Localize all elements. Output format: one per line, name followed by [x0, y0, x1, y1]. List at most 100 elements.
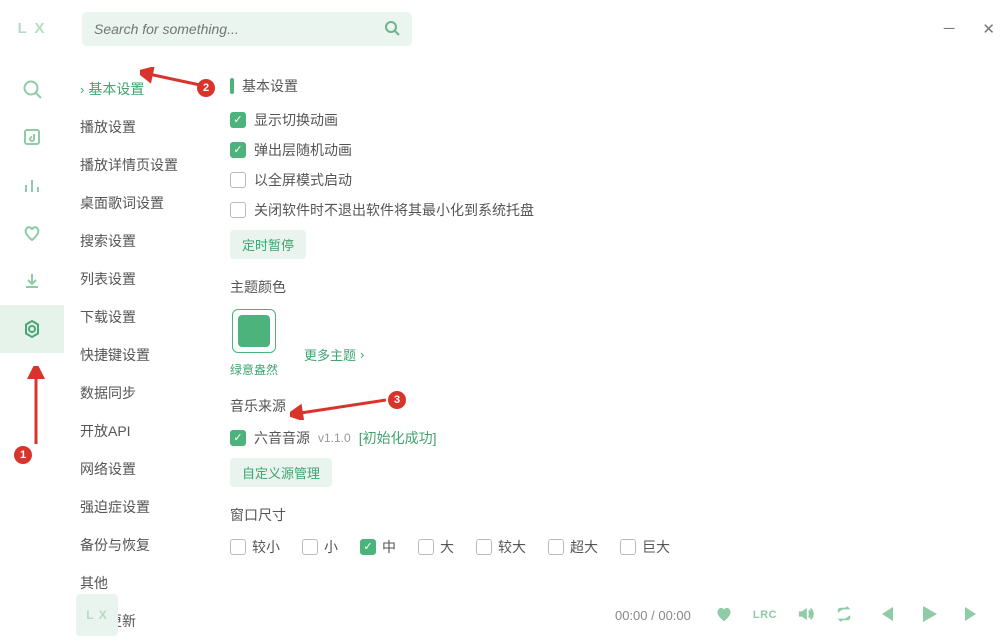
- checkbox[interactable]: [302, 539, 318, 555]
- section-basic-heading: 基本设置: [230, 76, 989, 96]
- heart-icon: [22, 223, 42, 243]
- search-submit-icon[interactable]: [384, 20, 400, 39]
- setnav-basic[interactable]: › 基本设置: [76, 70, 214, 108]
- app-root: L X ─ ✕ › 基本设置 播放设置 播放详情页设置 桌面歌词设置: [0, 0, 1007, 644]
- setnav-download[interactable]: 下载设置: [76, 298, 214, 336]
- like-button[interactable]: [715, 605, 733, 626]
- topbar: ─ ✕: [64, 0, 1007, 58]
- rail-settings[interactable]: [0, 305, 64, 353]
- download-icon: [22, 271, 42, 291]
- opt-label: 关闭软件时不退出软件将其最小化到系统托盘: [254, 200, 534, 220]
- setnav-hotkey[interactable]: 快捷键设置: [76, 336, 214, 374]
- player-bar: L X 00:00 / 00:00 LRC: [64, 586, 1007, 644]
- winsz-l[interactable]: 大: [418, 537, 454, 557]
- setnav-detail[interactable]: 播放详情页设置: [76, 146, 214, 184]
- winsz-huge[interactable]: 巨大: [620, 537, 670, 557]
- checkbox[interactable]: [418, 539, 434, 555]
- search-icon: [22, 79, 42, 99]
- more-themes-link[interactable]: 更多主题›: [304, 345, 364, 364]
- winsz-xxl[interactable]: 超大: [548, 537, 598, 557]
- checkbox[interactable]: [230, 430, 246, 446]
- checkbox[interactable]: [548, 539, 564, 555]
- left-rail: L X: [0, 0, 64, 644]
- rail-songlist[interactable]: [0, 113, 64, 161]
- search-input[interactable]: [94, 21, 384, 37]
- setnav-label: 数据同步: [80, 383, 136, 403]
- setnav-sync[interactable]: 数据同步: [76, 374, 214, 412]
- minimize-button[interactable]: ─: [944, 20, 955, 38]
- source-title: 音乐来源: [230, 396, 989, 416]
- checkbox[interactable]: [230, 202, 246, 218]
- timed-pause-button[interactable]: 定时暂停: [230, 230, 306, 259]
- opt-label: 显示切换动画: [254, 110, 338, 130]
- rail-search[interactable]: [0, 65, 64, 113]
- swatch-border: [232, 309, 276, 353]
- setnav-label: 快捷键设置: [80, 345, 150, 365]
- loop-button[interactable]: [835, 605, 853, 626]
- checkbox[interactable]: [230, 172, 246, 188]
- settings-nav: › 基本设置 播放设置 播放详情页设置 桌面歌词设置 搜索设置 列表设置 下载设置…: [64, 58, 214, 586]
- rail-downloads[interactable]: [0, 257, 64, 305]
- play-button[interactable]: [917, 602, 941, 629]
- opt-label: 弹出层随机动画: [254, 140, 352, 160]
- setnav-label: 强迫症设置: [80, 497, 150, 517]
- setnav-desktop-lyrics[interactable]: 桌面歌词设置: [76, 184, 214, 222]
- swatch-label: 绿意盎然: [230, 361, 278, 378]
- setnav-play[interactable]: 播放设置: [76, 108, 214, 146]
- setnav-label: 列表设置: [80, 269, 136, 289]
- content-row: › 基本设置 播放设置 播放详情页设置 桌面歌词设置 搜索设置 列表设置 下载设置…: [64, 58, 1007, 586]
- search-box[interactable]: [82, 12, 412, 46]
- prev-button[interactable]: [873, 602, 897, 629]
- winsz-s[interactable]: 小: [302, 537, 338, 557]
- rail-favorites[interactable]: [0, 209, 64, 257]
- winsize-title: 窗口尺寸: [230, 505, 989, 525]
- winsize-options: 较小 小 中 大 较大 超大 巨大: [230, 537, 989, 557]
- winsz-xl[interactable]: 较大: [476, 537, 526, 557]
- checkbox[interactable]: [230, 539, 246, 555]
- setnav-list[interactable]: 列表设置: [76, 260, 214, 298]
- settings-body: 基本设置 显示切换动画 弹出层随机动画 以全屏模式启动 关闭软件时不退出软件将其…: [214, 58, 1007, 586]
- opt-show-anim[interactable]: 显示切换动画: [230, 110, 989, 130]
- source-label: 六音音源: [254, 428, 310, 448]
- player-controls: LRC: [715, 602, 985, 629]
- source-item[interactable]: 六音音源 v1.1.0 [初始化成功]: [230, 428, 989, 448]
- setnav-network[interactable]: 网络设置: [76, 450, 214, 488]
- opt-popup-anim[interactable]: 弹出层随机动画: [230, 140, 989, 160]
- opt-label: 以全屏模式启动: [254, 170, 352, 190]
- setnav-search[interactable]: 搜索设置: [76, 222, 214, 260]
- theme-swatch[interactable]: 绿意盎然: [230, 309, 278, 378]
- setnav-backup[interactable]: 备份与恢复: [76, 526, 214, 564]
- opt-fullscreen[interactable]: 以全屏模式启动: [230, 170, 989, 190]
- checkbox[interactable]: [230, 112, 246, 128]
- setnav-label: 播放设置: [80, 117, 136, 137]
- chevron-right-icon: ›: [80, 82, 84, 97]
- setnav-api[interactable]: 开放API: [76, 412, 214, 450]
- chart-icon: [22, 175, 42, 195]
- checkbox[interactable]: [476, 539, 492, 555]
- checkbox[interactable]: [360, 539, 376, 555]
- opt-tray[interactable]: 关闭软件时不退出软件将其最小化到系统托盘: [230, 200, 989, 220]
- volume-button[interactable]: [797, 605, 815, 626]
- next-button[interactable]: [961, 602, 985, 629]
- setnav-label: 开放API: [80, 421, 131, 441]
- setnav-label: 下载设置: [80, 307, 136, 327]
- close-button[interactable]: ✕: [982, 20, 995, 38]
- checkbox[interactable]: [620, 539, 636, 555]
- time-display: 00:00 / 00:00: [615, 608, 691, 623]
- setnav-ocd[interactable]: 强迫症设置: [76, 488, 214, 526]
- swatch-fill: [238, 315, 270, 347]
- setnav-label: 播放详情页设置: [80, 155, 178, 175]
- checkbox[interactable]: [230, 142, 246, 158]
- custom-source-button[interactable]: 自定义源管理: [230, 458, 332, 487]
- chevron-right-icon: ›: [360, 347, 364, 362]
- setnav-label: 桌面歌词设置: [80, 193, 164, 213]
- rail-ranking[interactable]: [0, 161, 64, 209]
- main-column: ─ ✕ › 基本设置 播放设置 播放详情页设置 桌面歌词设置 搜索设置 列表设置 …: [64, 0, 1007, 644]
- mini-logo[interactable]: L X: [76, 594, 118, 636]
- lyrics-button[interactable]: LRC: [753, 609, 777, 621]
- winsz-xs[interactable]: 较小: [230, 537, 280, 557]
- settings-icon: [22, 319, 42, 339]
- setnav-label: 基本设置: [88, 79, 144, 99]
- setnav-label: 备份与恢复: [80, 535, 150, 555]
- winsz-m[interactable]: 中: [360, 537, 396, 557]
